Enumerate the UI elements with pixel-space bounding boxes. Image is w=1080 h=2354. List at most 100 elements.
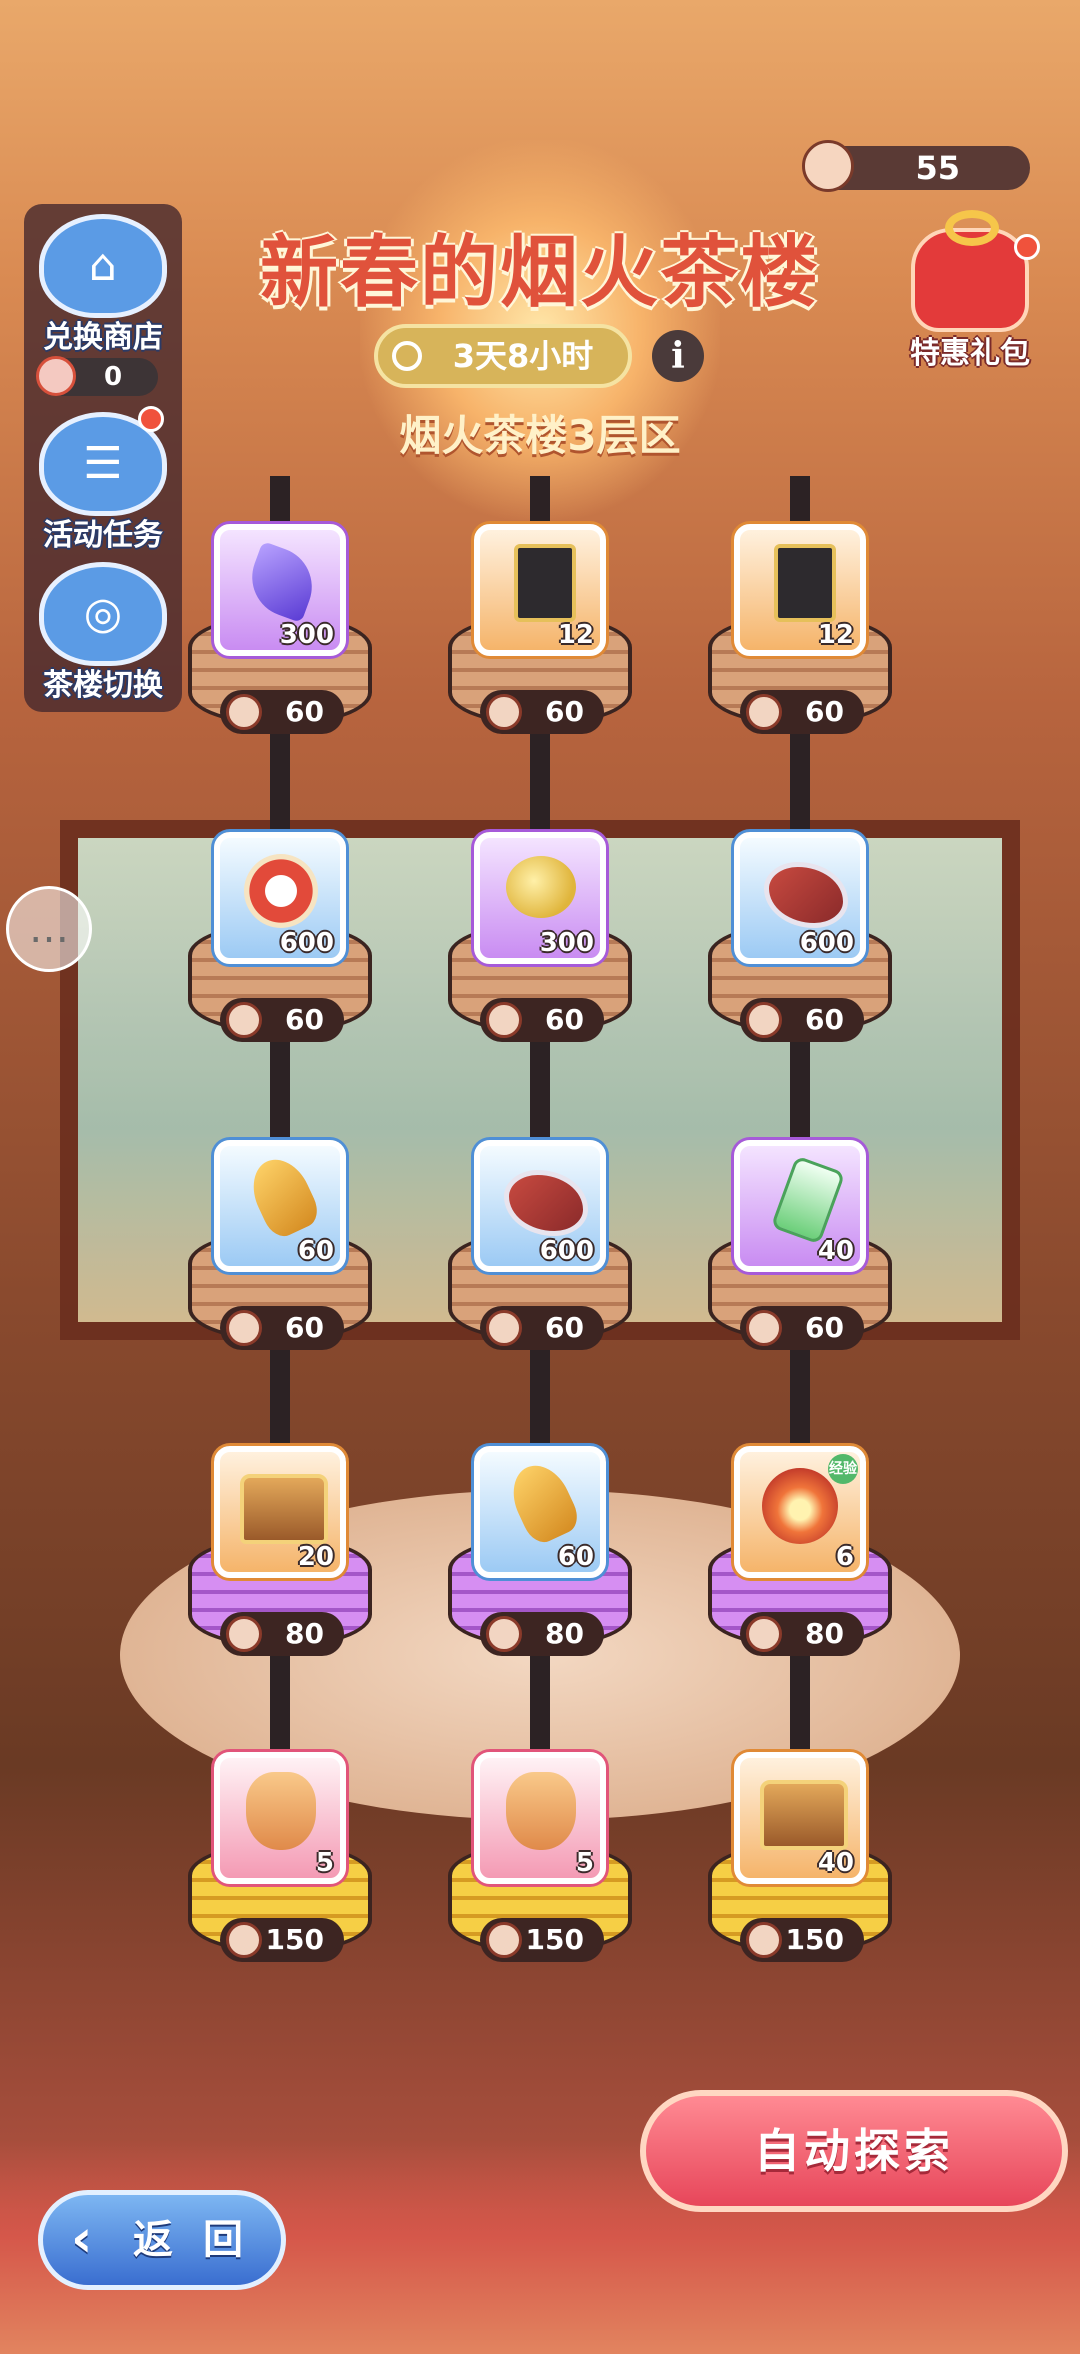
back-button[interactable]: ‹ 返 回 [38,2190,286,2290]
reward-quantity: 5 [575,1848,594,1878]
reward-card[interactable]: 60 [214,1140,346,1272]
reward-card[interactable]: 5 [474,1752,606,1884]
reward-node[interactable]: 5 150 [180,1752,380,1982]
reward-node[interactable]: 20 80 [180,1446,380,1676]
teapot-coin-icon [486,1002,522,1038]
teapot-coin-icon [746,1922,782,1958]
reward-card[interactable]: 40 [734,1752,866,1884]
chest-icon [240,1474,328,1544]
reward-node[interactable]: 600 60 [700,832,900,1062]
event-tasks-button[interactable]: ☰ 活动任务 [36,412,170,554]
reward-card[interactable]: 300 [214,524,346,656]
cost-pill: 60 [220,998,344,1042]
cost-pill: 60 [220,1306,344,1350]
timer-text: 3天8小时 [452,337,594,375]
reward-card[interactable]: 12 [474,524,606,656]
reward-quantity: 12 [557,620,594,650]
amber-icon [242,1150,324,1242]
cost-value: 150 [525,1923,584,1956]
amber-icon [502,1456,584,1548]
reward-node[interactable]: 12 60 [700,524,900,754]
reward-card[interactable]: 经验 6 [734,1446,866,1578]
cost-value: 150 [265,1923,324,1956]
reward-node[interactable]: 600 60 [440,1140,640,1370]
reward-card[interactable]: 5 [214,1752,346,1884]
reward-card[interactable]: 600 [734,832,866,964]
teapot-coin-icon [802,140,854,192]
cost-value: 60 [285,1003,324,1036]
fox-icon [246,1772,316,1850]
cost-pill: 80 [480,1612,604,1656]
reward-node[interactable]: 600 60 [180,832,380,1062]
reward-card[interactable]: 300 [474,832,606,964]
teapot-coin-icon [746,1002,782,1038]
teapot-coin-icon [226,1616,262,1652]
cost-value: 80 [805,1617,844,1650]
reward-node[interactable]: 5 150 [440,1752,640,1982]
exchange-shop-label: 兑换商店 [43,320,163,355]
reward-quantity: 12 [817,620,854,650]
reward-quantity: 600 [279,928,334,958]
reward-node[interactable]: 经验 6 80 [700,1446,900,1676]
currency-count: 55 [915,149,960,187]
reward-quantity: 600 [539,1236,594,1266]
event-tasks-label: 活动任务 [43,518,163,553]
cost-pill: 150 [220,1918,344,1962]
reward-card[interactable]: 60 [474,1446,606,1578]
cost-pill: 60 [740,1306,864,1350]
teapot-coin-icon [486,1922,522,1958]
cost-value: 60 [285,695,324,728]
reward-card[interactable]: 600 [474,1140,606,1272]
clock-icon [392,341,422,371]
fox-icon [506,1772,576,1850]
back-label: 返 回 [133,2217,251,2263]
chest-icon [760,1780,848,1850]
reward-node[interactable]: 40 60 [700,1140,900,1370]
reward-node[interactable]: 12 60 [440,524,640,754]
shop-icon: ⌂ [39,214,167,318]
reward-quantity: 6 [835,1542,854,1572]
cost-value: 60 [285,1311,324,1344]
reward-node[interactable]: 300 60 [440,832,640,1062]
cost-value: 60 [805,1003,844,1036]
cost-pill: 60 [220,690,344,734]
cost-pill: 150 [480,1918,604,1962]
token-icon [36,356,76,396]
reward-card[interactable]: 12 [734,524,866,656]
info-button[interactable]: i [652,330,704,382]
teapot-coin-icon [746,1310,782,1346]
floor-label: 烟火茶楼3层区 [399,411,681,460]
teapot-coin-icon [226,694,262,730]
cost-value: 150 [785,1923,844,1956]
teahouse-switch-button[interactable]: ◎ 茶楼切换 [36,562,170,704]
auto-explore-button[interactable]: 自动探索 [640,2090,1068,2212]
cost-pill: 60 [480,690,604,734]
reward-card[interactable]: 600 [214,832,346,964]
teapot-coin-icon [486,1310,522,1346]
reward-node[interactable]: 300 60 [180,524,380,754]
reward-node[interactable]: 40 150 [700,1752,900,1982]
reward-quantity: 5 [315,1848,334,1878]
event-timer: 3天8小时 [374,324,632,388]
reward-quantity: 300 [539,928,594,958]
chat-bubble-icon[interactable]: … [6,886,92,972]
reward-quantity: 20 [297,1542,334,1572]
gift-bag-icon [911,210,1029,332]
reward-node[interactable]: 60 60 [180,1140,380,1370]
cost-value: 60 [545,1311,584,1344]
orb-icon [762,1468,838,1544]
meat-icon [764,862,848,928]
reward-node[interactable]: 60 80 [440,1446,640,1676]
steamer-switch-icon: ◎ [39,562,167,666]
cost-pill: 60 [480,998,604,1042]
reward-card[interactable]: 40 [734,1140,866,1272]
teapot-coin-icon [226,1310,262,1346]
reward-quantity: 60 [297,1236,334,1266]
cost-value: 80 [545,1617,584,1650]
reward-card[interactable]: 20 [214,1446,346,1578]
cost-value: 60 [805,695,844,728]
crystal-icon [240,540,324,624]
gift-pack-label: 特惠礼包 [910,336,1030,371]
teapot-coin-icon [226,1922,262,1958]
exchange-shop-button[interactable]: ⌂ 兑换商店 [36,214,170,356]
